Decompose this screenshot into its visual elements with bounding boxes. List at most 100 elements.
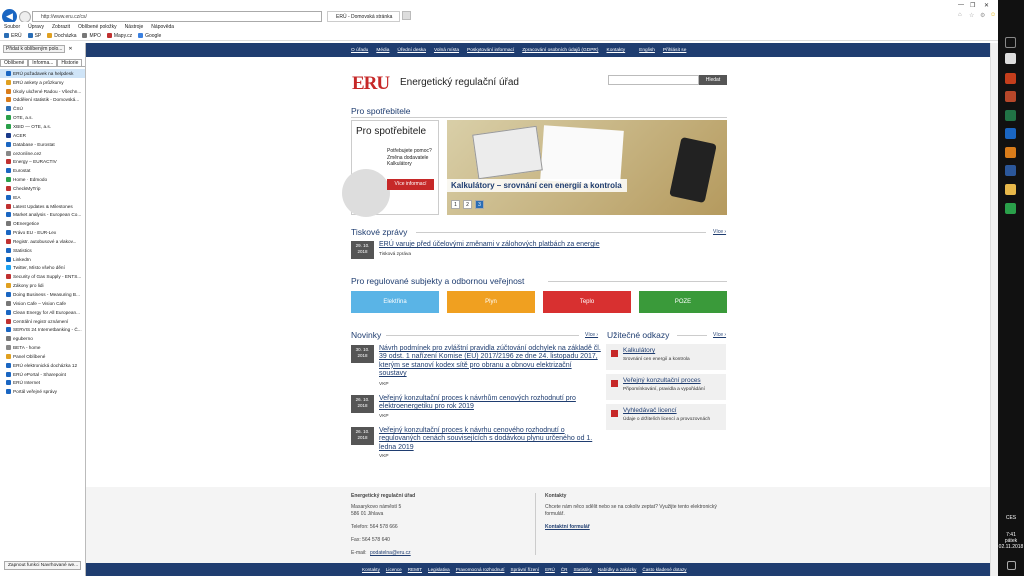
footer-nav-link[interactable]: Licence: [386, 567, 402, 572]
category-button[interactable]: Plyn: [447, 291, 535, 313]
task-view-icon[interactable]: [1005, 37, 1016, 48]
maximize-button[interactable]: ❐: [970, 2, 975, 9]
favorite-item[interactable]: Latest Updates & Milestones: [0, 202, 85, 211]
menu-item[interactable]: Oblíbené položky: [78, 24, 117, 30]
news-link[interactable]: Veřejný konzultační proces k návrhu ceno…: [379, 427, 601, 452]
favorite-item[interactable]: LinkedIn: [0, 255, 85, 264]
add-favorite-button[interactable]: Přidat k oblíbeným polo...: [3, 44, 66, 53]
banner-caption[interactable]: Kalkulátory – srovnání cen energií a kon…: [447, 179, 627, 192]
favorite-item[interactable]: eguberno: [0, 334, 85, 343]
banner-carousel[interactable]: Kalkulátory – srovnání cen energií a kon…: [447, 120, 727, 215]
menu-item[interactable]: Úpravy: [28, 24, 44, 30]
ie-icon[interactable]: [1005, 128, 1016, 139]
menu-item[interactable]: Soubor: [4, 24, 20, 30]
favorite-item[interactable]: IEA: [0, 193, 85, 202]
footer-nav-link[interactable]: REMIT: [408, 567, 422, 572]
favorite-item[interactable]: OEnergetice: [0, 219, 85, 228]
gear-icon[interactable]: ⚙: [980, 12, 985, 19]
favorite-item[interactable]: Clean Energy for All European...: [0, 308, 85, 317]
footer-nav-link[interactable]: Kontakty: [362, 567, 380, 572]
favorite-item[interactable]: ERÚ Internet: [0, 379, 85, 388]
fav-item[interactable]: ERÚ: [4, 33, 22, 39]
vertical-scrollbar[interactable]: [990, 43, 998, 576]
acrobat-icon[interactable]: [1005, 91, 1016, 102]
favorite-item[interactable]: Twitter, Místo všeho dění: [0, 264, 85, 273]
useful-link-title[interactable]: Kalkulátory: [623, 347, 655, 354]
banner-page-2[interactable]: 2: [463, 200, 472, 209]
clock[interactable]: 7:41 pátek 02.11.2018: [998, 532, 1024, 550]
favorite-item[interactable]: Doing Business - Measuring B...: [0, 290, 85, 299]
footer-email-link[interactable]: podatelna@eru.cz: [370, 550, 411, 557]
contact-form-link[interactable]: Kontaktní formulář: [545, 524, 590, 531]
footer-nav-link[interactable]: Legislativa: [428, 567, 450, 572]
suggested-sites-button[interactable]: Zapnout funkci Navrhované we...: [4, 561, 81, 570]
topnav-link[interactable]: English: [639, 48, 655, 53]
footer-nav-link[interactable]: Nabídky a zakázky: [598, 567, 637, 572]
press-more-link[interactable]: Více ›: [713, 229, 726, 235]
useful-link-card[interactable]: Vyhledávač licencí Údaje o držitelích lic…: [606, 404, 726, 430]
tab-active[interactable]: ERÚ - Domovská stránka: [327, 11, 400, 22]
banner-page-1[interactable]: 1: [451, 200, 460, 209]
favorite-item[interactable]: Vision Cafe – Vision Cafe: [0, 299, 85, 308]
news-link[interactable]: Návrh podmínek pro zvláštní pravidla zúč…: [379, 345, 601, 379]
favorite-item[interactable]: Právo EU - EUR-Lex: [0, 228, 85, 237]
fav-item[interactable]: Mapy.cz: [106, 33, 132, 39]
site-logo[interactable]: ERU: [352, 73, 390, 95]
footer-nav-link[interactable]: Statistiky: [573, 567, 591, 572]
menu-item[interactable]: Nástroje: [125, 24, 144, 30]
favorite-item[interactable]: XBID — OTE, a.s.: [0, 122, 85, 131]
category-button[interactable]: Elektřina: [351, 291, 439, 313]
favorite-item[interactable]: ACER: [0, 131, 85, 140]
home-icon[interactable]: ⌂: [958, 12, 962, 18]
consumer-box-links[interactable]: Potřebujete pomoc? Změna dodavatele Kalk…: [387, 148, 437, 168]
footer-nav-link[interactable]: Pravomocná rozhodnutí: [456, 567, 505, 572]
favorite-item[interactable]: Úkoly uložené Radou - Všechn...: [0, 87, 85, 96]
favorite-item[interactable]: Oddělení statistik - Domovská...: [0, 96, 85, 105]
more-info-button[interactable]: Více informací: [387, 179, 434, 190]
favorite-item[interactable]: Registr. autobusové a vlakov...: [0, 237, 85, 246]
favorite-item[interactable]: Database - Eurostat: [0, 140, 85, 149]
star-icon[interactable]: ☆: [969, 12, 974, 19]
folder-icon[interactable]: [1005, 184, 1016, 195]
tab-feeds[interactable]: Informa...: [28, 59, 58, 66]
notifications-icon[interactable]: [1007, 561, 1016, 570]
footer-nav-link[interactable]: ČR: [561, 567, 568, 572]
favorite-item[interactable]: Energy – EURACTIV: [0, 157, 85, 166]
news-more-link[interactable]: Více ›: [585, 332, 598, 338]
topnav-link[interactable]: Poskytování informací: [467, 48, 514, 53]
fav-item[interactable]: MPO: [82, 33, 101, 39]
favorite-item[interactable]: ERÚ ankety a průzkumy: [0, 78, 85, 87]
app-icon[interactable]: [1005, 203, 1016, 214]
favorite-item[interactable]: SERVIS 24 Internetbanking - Č...: [0, 325, 85, 334]
address-bar[interactable]: http://www.eru.cz/cs/: [32, 11, 322, 22]
search-input[interactable]: [608, 75, 699, 85]
footer-nav-link[interactable]: Často kladené dotazy: [642, 567, 686, 572]
app-icon[interactable]: [1005, 147, 1016, 158]
topnav-link[interactable]: Zpracování osobních údajů (GDPR): [522, 48, 598, 53]
language-indicator[interactable]: CES: [998, 515, 1024, 521]
new-tab-button[interactable]: [402, 11, 411, 20]
banner-page-3[interactable]: 3: [475, 200, 484, 209]
category-button[interactable]: Teplo: [543, 291, 631, 313]
fav-item[interactable]: Docházka: [47, 33, 76, 39]
topnav-link[interactable]: Média: [376, 48, 389, 53]
favorite-item[interactable]: Home · Edmodo: [0, 175, 85, 184]
favorite-item[interactable]: OTE, a.s.: [0, 113, 85, 122]
topnav-link[interactable]: Přihlásit se: [663, 48, 686, 53]
smiley-icon[interactable]: ☺: [990, 12, 996, 18]
category-button[interactable]: POZE: [639, 291, 727, 313]
close-button[interactable]: ✕: [984, 2, 989, 9]
footer-nav-link[interactable]: ERÚ: [545, 567, 555, 572]
useful-link-card[interactable]: Kalkulátory Srovnání cen energií a kontro…: [606, 344, 726, 370]
favorite-item[interactable]: Market analysis - European Co...: [0, 211, 85, 220]
excel-icon[interactable]: [1005, 110, 1016, 121]
favorite-item[interactable]: ERÚ ePortal - Sharepoint: [0, 370, 85, 379]
fav-item[interactable]: Google: [138, 33, 161, 39]
word-icon[interactable]: [1005, 165, 1016, 176]
favorite-item[interactable]: Zákony pro lidi: [0, 281, 85, 290]
favorite-item[interactable]: Statistics: [0, 246, 85, 255]
topnav-link[interactable]: O úřadu: [351, 48, 368, 53]
footer-nav-link[interactable]: Správní řízení: [511, 567, 540, 572]
tab-favorites[interactable]: Oblíbené: [0, 59, 29, 66]
news-link[interactable]: Veřejný konzultační proces k návrhům cen…: [379, 395, 601, 412]
